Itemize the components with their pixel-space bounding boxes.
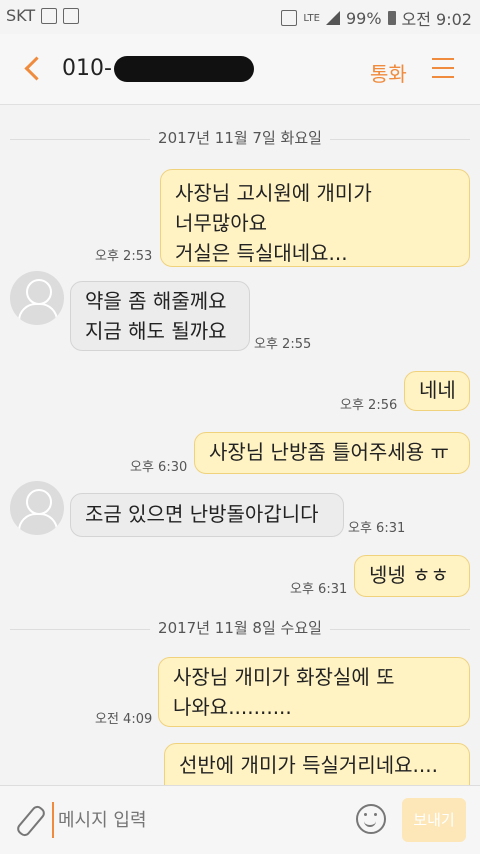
message-bubble-out[interactable]: 사장님 개미가 화장실에 또 나와요.......... bbox=[158, 657, 470, 727]
send-button[interactable]: 보내기 bbox=[402, 798, 466, 842]
call-button[interactable]: 통화 bbox=[370, 58, 407, 87]
lte-label: LTE bbox=[303, 12, 320, 24]
clock: 오전 9:02 bbox=[401, 10, 472, 29]
status-bar: SKT LTE 99% 오전 9:02 bbox=[0, 0, 480, 34]
message-bubble-out[interactable]: 사장님 난방좀 틀어주세용 ㅠ bbox=[194, 432, 470, 474]
date-divider: 2017년 11월 8일 수요일 bbox=[0, 617, 480, 641]
message-time: 오후 6:31 bbox=[290, 582, 348, 597]
recycle-icon bbox=[63, 7, 80, 24]
menu-icon[interactable] bbox=[432, 58, 454, 78]
message-time: 오후 6:30 bbox=[130, 460, 188, 475]
date-divider: 2017년 11월 7일 화요일 bbox=[0, 127, 480, 151]
message-bubble-in[interactable]: 조금 있으면 난방돌아갑니다 bbox=[70, 493, 344, 537]
contact-number: 010- bbox=[62, 56, 112, 81]
message-time: 오후 2:53 bbox=[95, 249, 153, 264]
emoji-icon[interactable] bbox=[356, 804, 386, 834]
glasses-icon bbox=[41, 7, 58, 24]
contact-avatar[interactable] bbox=[10, 481, 64, 535]
chat-header: 010- 통화 bbox=[0, 34, 480, 105]
message-input-bar: 보내기 bbox=[0, 785, 480, 854]
mute-icon bbox=[281, 10, 298, 26]
message-time: 오후 2:56 bbox=[340, 398, 398, 413]
message-input[interactable] bbox=[52, 802, 350, 838]
message-bubble-out[interactable]: 사장님 고시원에 개미가 너무많아요 거실은 득실대네요... bbox=[160, 169, 470, 267]
message-bubble-out[interactable]: 선반에 개미가 득실거리네요.... bbox=[164, 743, 470, 785]
message-bubble-out[interactable]: 넹넹 ㅎㅎ bbox=[354, 555, 470, 597]
message-time: 오전 4:09 bbox=[95, 712, 153, 727]
back-icon[interactable] bbox=[18, 52, 50, 86]
battery-icon bbox=[387, 11, 396, 25]
message-bubble-out[interactable]: 네네 bbox=[404, 371, 470, 411]
contact-avatar[interactable] bbox=[10, 271, 64, 325]
paperclip-icon[interactable] bbox=[14, 804, 44, 834]
contact-title: 010- bbox=[62, 56, 254, 82]
redaction bbox=[113, 56, 254, 82]
message-bubble-in[interactable]: 약을 좀 해줄께요 지금 해도 될까요 bbox=[70, 281, 250, 351]
carrier-label: SKT bbox=[6, 6, 36, 25]
message-time: 오후 6:31 bbox=[348, 521, 406, 536]
signal-icon bbox=[325, 11, 340, 25]
battery-percent: 99% bbox=[345, 8, 382, 28]
message-list[interactable]: 2017년 11월 7일 화요일 사장님 고시원에 개미가 너무많아요 거실은 … bbox=[0, 105, 480, 785]
message-time: 오후 2:55 bbox=[254, 337, 312, 352]
